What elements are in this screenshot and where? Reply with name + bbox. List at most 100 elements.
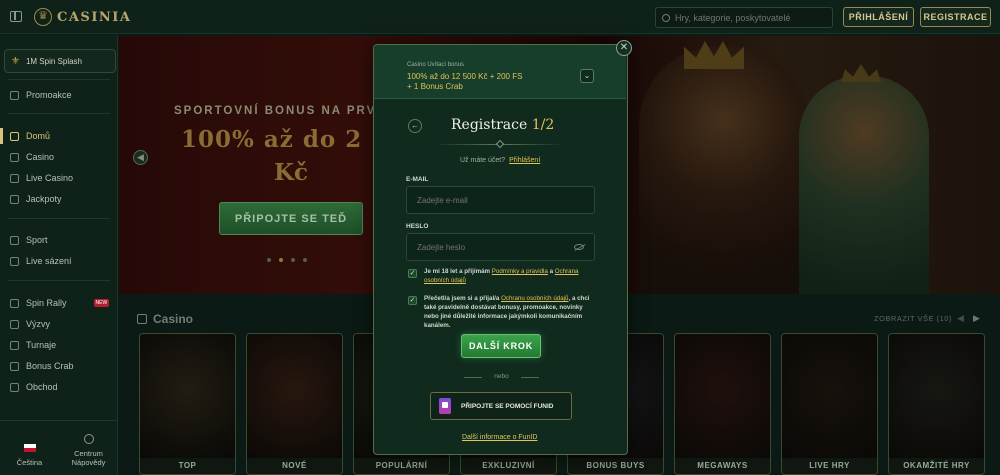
sidebar-item-label: Live Casino (26, 173, 74, 183)
game-category-tile[interactable]: TOP (139, 333, 236, 475)
sidebar-promo-banner[interactable]: ⚜ 1M Spin Splash (4, 49, 116, 73)
sidebar-toggle-icon[interactable] (10, 11, 22, 22)
game-category-tile[interactable]: NOVÉ (246, 333, 343, 475)
register-button[interactable]: REGISTRACE (920, 7, 991, 27)
search-box[interactable] (655, 7, 833, 28)
game-category-label: POPULÁRNÍ (354, 458, 449, 474)
bonus-line-2: + 1 Bonus Crab (407, 82, 463, 91)
logo[interactable]: ♛ CASINIA (34, 8, 131, 26)
game-category-label: OKAMŽITÉ HRY (889, 458, 984, 474)
logo-crown-icon: ♛ (34, 8, 52, 26)
sidebar-divider (8, 79, 110, 80)
show-all-link[interactable]: ZOBRAZIT VŠE (10) (874, 314, 952, 323)
game-dim-overlay (889, 334, 984, 474)
gift-icon (10, 90, 19, 100)
bonus-label: Casino Uvítací bonus (407, 62, 465, 68)
search-input[interactable] (675, 12, 825, 23)
sidebar-footer: Čeština Centrum Nápovědy (0, 420, 118, 475)
sidebar-divider (8, 218, 110, 219)
slide-dot[interactable] (267, 258, 271, 262)
sidebar-item-casino[interactable]: Casino (10, 152, 54, 162)
consent1-and: a (549, 268, 554, 275)
game-dim-overlay (140, 334, 235, 474)
jackpot-icon (10, 194, 19, 204)
casino-heading-label: Casino (153, 312, 194, 326)
sidebar-item-promoakce[interactable]: Promoakce (10, 90, 72, 100)
hero-slide-dots (267, 258, 307, 262)
sidebar-item-label: Promoakce (26, 90, 72, 100)
funid-logo-icon (439, 398, 451, 414)
live-icon (10, 173, 19, 183)
slide-dot[interactable] (303, 258, 307, 262)
sidebar-promo-label: 1M Spin Splash (25, 56, 82, 66)
game-category-label: EXKLUZIVNÍ (461, 458, 556, 474)
hero-title: 100% až do 2 50 (181, 126, 406, 153)
sidebar-item-jackpoty[interactable]: Jackpoty (10, 194, 62, 204)
funid-more-info-link[interactable]: Další informace o FunID (462, 434, 537, 441)
game-dim-overlay (675, 334, 770, 474)
sidebar-item-sport[interactable]: Sport (10, 235, 48, 245)
consent2-text: Přečetl/a jsem si a přijal/a (424, 295, 500, 302)
marketing-consent-text: Přečetl/a jsem si a přijal/a Ochranu oso… (424, 294, 599, 330)
hide-password-icon[interactable] (574, 244, 584, 250)
email-field-container[interactable] (406, 186, 595, 214)
sidebar-divider (8, 280, 110, 281)
casino-icon (10, 152, 19, 162)
email-field[interactable] (417, 195, 567, 205)
welcome-bonus-panel[interactable]: Casino Uvítací bonus 100% až do 12 500 K… (374, 45, 626, 99)
live-betting-icon (10, 256, 19, 266)
sidebar-active-indicator (0, 128, 3, 144)
sidebar-item-live-sazeni[interactable]: Live sázení (10, 256, 72, 266)
modal-close-icon[interactable]: ✕ (616, 40, 632, 56)
sidebar-item-label: Spin Rally (26, 298, 67, 308)
terms-consent-text: Je mi 18 let a přijímám Podmínky a pravi… (424, 267, 599, 285)
sidebar-item-turnaje[interactable]: Turnaje (10, 340, 56, 350)
or-separator: nebo (464, 373, 539, 380)
sidebar-item-obchod[interactable]: Obchod (10, 382, 58, 392)
sidebar-item-live-casino[interactable]: Live Casino (10, 173, 73, 183)
consent1-text: Je mi 18 let a přijímám (424, 268, 491, 275)
new-badge: NEW (93, 299, 110, 307)
funid-login-button[interactable]: PŘIPOJTE SE POMOCÍ FUNID (430, 392, 572, 420)
sidebar: ⚜ 1M Spin Splash Promoakce Domů Casino L… (0, 35, 118, 475)
help-label: Centrum Nápovědy (71, 449, 106, 467)
marketing-checkbox[interactable]: ✓ (408, 296, 417, 305)
sidebar-divider (8, 113, 110, 114)
help-center-link[interactable]: Centrum Nápovědy (59, 421, 118, 475)
password-field-container[interactable] (406, 233, 595, 261)
game-category-tile[interactable]: LIVE HRY (781, 333, 878, 475)
modal-title-text: Registrace (451, 117, 528, 133)
czech-flag-icon (23, 444, 36, 452)
carousel-next-icon[interactable]: ▶ (973, 313, 980, 324)
game-category-tile[interactable]: MEGAWAYS (674, 333, 771, 475)
hero-join-button[interactable]: PŘIPOJTE SE TEĎ (219, 202, 363, 235)
sidebar-item-vyzvy[interactable]: Výzvy (10, 319, 50, 329)
bonus-line-1: 100% až do 12 500 Kč + 200 FS (407, 72, 523, 81)
sidebar-item-spin-rally[interactable]: Spin Rally NEW (10, 298, 110, 308)
carousel-prev-icon[interactable]: ◀ (957, 313, 964, 324)
already-text: Už máte účet? (460, 157, 506, 164)
game-category-label: MEGAWAYS (675, 458, 770, 474)
terms-checkbox[interactable]: ✓ (408, 269, 417, 278)
password-field[interactable] (417, 242, 567, 252)
privacy-link-2[interactable]: Ochranu osobních údajů (501, 295, 568, 302)
login-button[interactable]: PŘIHLÁŠENÍ (843, 7, 914, 27)
slide-dot[interactable] (279, 258, 283, 262)
next-step-button[interactable]: DALŠÍ KROK (461, 334, 541, 358)
hero-prev-arrow-icon[interactable]: ◀ (133, 150, 148, 165)
back-arrow-icon[interactable]: ← (408, 119, 422, 133)
hero-title-line2: Kč (274, 159, 308, 186)
home-icon (10, 131, 19, 141)
password-label: HESLO (406, 223, 429, 230)
chevron-down-icon[interactable]: ⌄ (580, 69, 594, 83)
terms-link[interactable]: Podmínky a pravidla (492, 268, 548, 275)
language-selector[interactable]: Čeština (0, 421, 59, 475)
slide-dot[interactable] (291, 258, 295, 262)
shop-icon (10, 382, 19, 392)
login-link[interactable]: Přihlášení (509, 157, 540, 164)
sidebar-item-bonus-crab[interactable]: Bonus Crab (10, 361, 74, 371)
sidebar-item-label: Výzvy (26, 319, 51, 329)
game-category-tile[interactable]: OKAMŽITÉ HRY (888, 333, 985, 475)
game-category-label: BONUS BUYS (568, 458, 663, 474)
sidebar-item-domu[interactable]: Domů (10, 131, 50, 141)
